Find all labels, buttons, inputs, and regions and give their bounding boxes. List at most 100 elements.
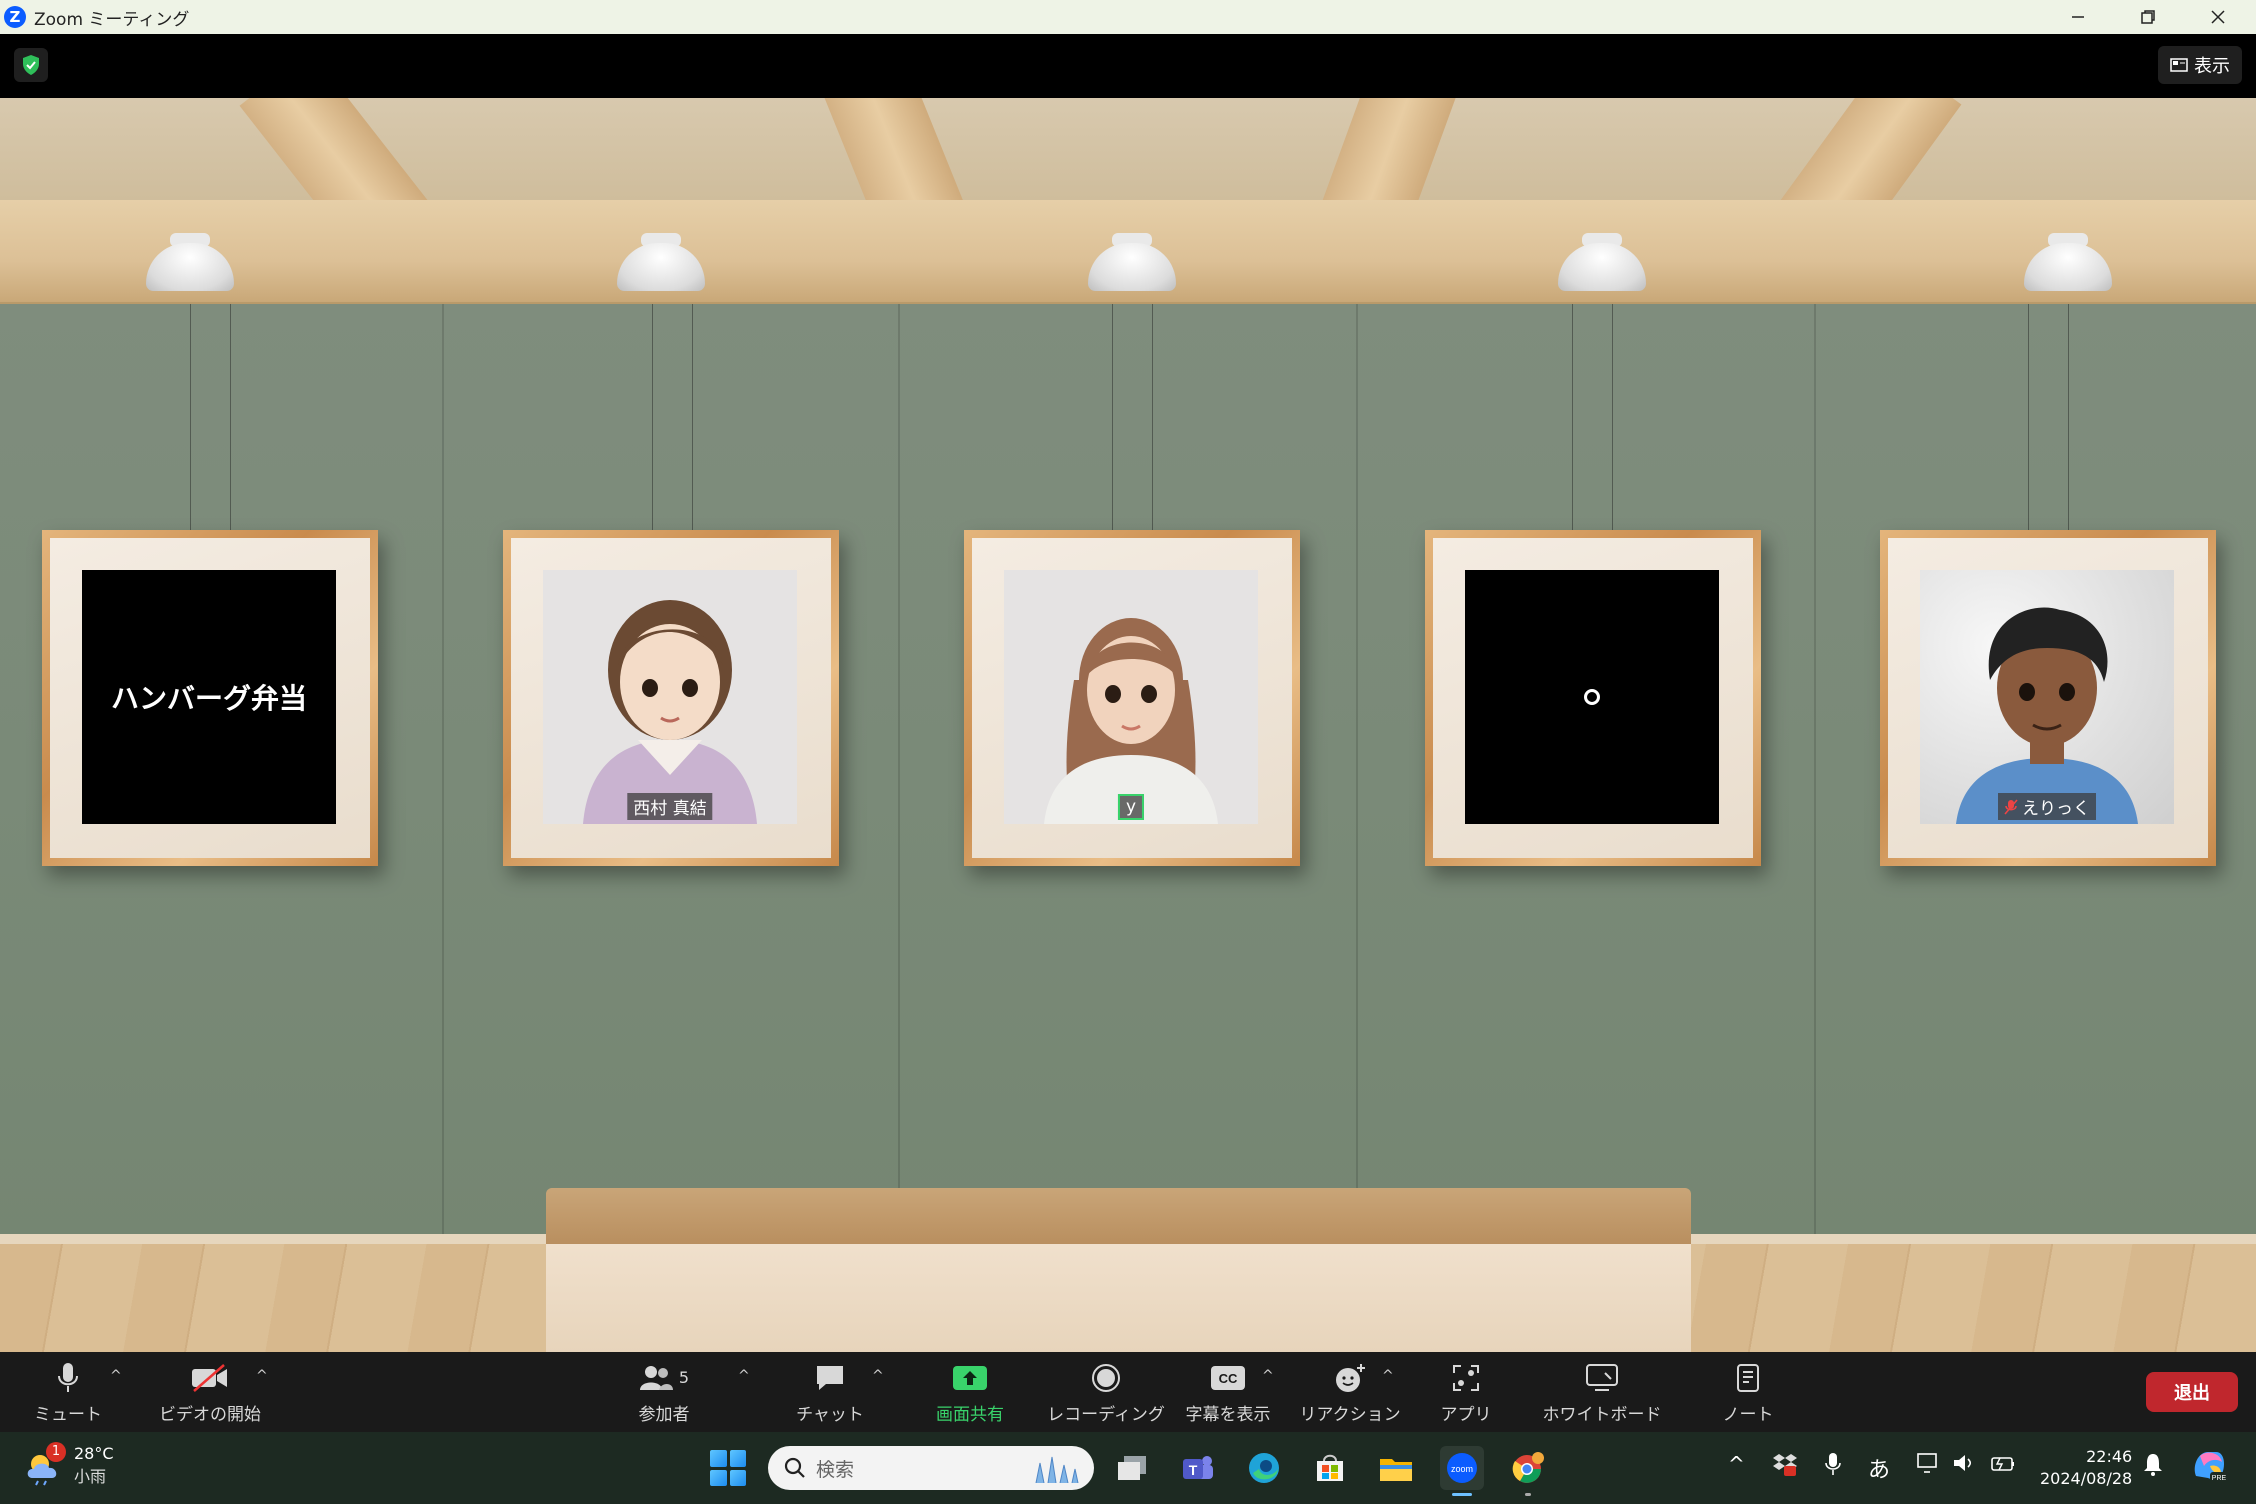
hanging-wire: [692, 304, 693, 530]
weather-widget[interactable]: 1 28°C 小雨: [24, 1441, 114, 1487]
hanging-wire: [1112, 304, 1113, 530]
captions-options-chevron-up-icon[interactable]: ^: [1262, 1368, 1274, 1384]
ceiling-lamp: [617, 233, 705, 291]
video-options-chevron-up-icon[interactable]: ^: [256, 1368, 268, 1384]
shield-check-icon: [23, 55, 39, 75]
show-captions-button[interactable]: CC 字幕を表示: [1178, 1352, 1278, 1432]
share-screen-button[interactable]: 画面共有: [922, 1352, 1018, 1432]
chat-bubble-icon: [817, 1365, 843, 1390]
whiteboard-button[interactable]: ホワイトボード: [1540, 1352, 1664, 1432]
participant-name-tag: 西村 真結: [627, 793, 713, 820]
search-placeholder: 検索: [816, 1458, 855, 1481]
bench: [546, 1188, 1691, 1244]
hanging-wire: [230, 304, 231, 530]
chat-options-chevron-up-icon[interactable]: ^: [872, 1368, 884, 1384]
participant-tile[interactable]: ハンバーグ弁当: [42, 530, 378, 866]
notification-bell-icon[interactable]: [2142, 1452, 2164, 1481]
apps-icon: [1453, 1364, 1479, 1391]
muted-microphone-icon: [2004, 798, 2018, 815]
participant-tile[interactable]: えりっく: [1880, 530, 2216, 866]
chat-label: チャット: [796, 1404, 864, 1425]
system-microphone-icon[interactable]: [1824, 1452, 1842, 1481]
ime-mode-indicator[interactable]: あ: [1868, 1452, 1890, 1484]
window-title: Zoom ミーティング: [34, 9, 190, 30]
restore-button[interactable]: [2114, 0, 2182, 34]
edge-browser-icon[interactable]: [1242, 1446, 1286, 1490]
teams-icon[interactable]: T: [1176, 1446, 1220, 1490]
running-app-indicator: [1525, 1493, 1531, 1496]
active-app-indicator: [1452, 1493, 1472, 1496]
zoom-meeting-window: Z Zoom ミーティング 表示 ハンバーグ弁当 西村 真結 y えりっく ミュ…: [0, 0, 2256, 1504]
record-button[interactable]: レコーディング: [1047, 1352, 1165, 1432]
close-button[interactable]: [2184, 0, 2252, 34]
chrome-icon[interactable]: [1506, 1446, 1550, 1496]
wall-panel-line: [442, 304, 444, 1244]
start-video-label: ビデオの開始: [159, 1404, 261, 1425]
hanging-wire: [2028, 304, 2029, 530]
view-button[interactable]: 表示: [2158, 46, 2242, 84]
hanging-wire: [2068, 304, 2069, 530]
avatar-girl-long-hair: [1044, 618, 1218, 824]
participant-name: えりっく: [2022, 799, 2090, 819]
windows-start-button[interactable]: [710, 1450, 746, 1486]
mute-label: ミュート: [34, 1404, 102, 1425]
closed-captions-icon: CC: [1211, 1365, 1245, 1390]
participants-label: 参加者: [638, 1404, 690, 1425]
bench-base: [546, 1244, 1691, 1352]
start-video-button[interactable]: ビデオの開始: [152, 1352, 268, 1432]
reactions-button[interactable]: リアクション: [1299, 1352, 1401, 1432]
battery-icon[interactable]: [1990, 1452, 2016, 1479]
record-label: レコーディング: [1047, 1404, 1165, 1425]
participant-tile[interactable]: y: [964, 530, 1300, 866]
file-explorer-icon[interactable]: [1374, 1446, 1418, 1490]
participants-button[interactable]: 5 参加者: [626, 1352, 702, 1432]
reactions-options-chevron-up-icon[interactable]: ^: [1382, 1368, 1394, 1384]
network-icon[interactable]: [1916, 1452, 1940, 1479]
hanging-wire: [1612, 304, 1613, 530]
zoom-taskbar-icon[interactable]: zoom: [1440, 1446, 1484, 1496]
notes-button[interactable]: ノート: [1710, 1352, 1786, 1432]
immersive-gallery-scene: ハンバーグ弁当 西村 真結 y えりっく: [0, 98, 2256, 1352]
hanging-wire: [1152, 304, 1153, 530]
participants-options-chevron-up-icon[interactable]: ^: [738, 1368, 750, 1384]
participant-tile[interactable]: [1425, 530, 1761, 866]
meeting-header: 表示: [0, 34, 2256, 98]
participant-video: [1465, 570, 1719, 824]
participant-name-tag: えりっく: [1998, 793, 2096, 820]
participants-count: 5: [678, 1368, 690, 1387]
task-view-icon[interactable]: [1110, 1446, 1154, 1490]
clock-date: 2024/08/28: [2040, 1469, 2133, 1488]
reaction-smiley-icon: [1336, 1363, 1365, 1392]
dropbox-icon[interactable]: [1772, 1452, 1798, 1481]
chat-button[interactable]: チャット: [792, 1352, 868, 1432]
system-clock[interactable]: 22:46 2024/08/28: [2040, 1446, 2132, 1490]
copilot-icon[interactable]: PRE: [2190, 1446, 2228, 1489]
taskbar-search-box[interactable]: 検索: [768, 1446, 1094, 1490]
frame-mat: えりっく: [1888, 538, 2208, 858]
restore-icon: [2141, 10, 2155, 24]
audio-options-chevron-up-icon[interactable]: ^: [110, 1368, 122, 1384]
reactions-label: リアクション: [1299, 1404, 1401, 1425]
microsoft-store-icon[interactable]: [1308, 1446, 1352, 1490]
speaker-volume-icon[interactable]: [1952, 1452, 1976, 1479]
ceiling-lamp: [1088, 233, 1176, 291]
participant-tile[interactable]: 西村 真結: [503, 530, 839, 866]
title-bar: Z Zoom ミーティング: [0, 0, 2256, 34]
frame-mat: ハンバーグ弁当: [50, 538, 370, 858]
show-hidden-icons-chevron-up-icon[interactable]: ^: [1728, 1452, 1745, 1476]
leave-button[interactable]: 退出: [2146, 1372, 2238, 1412]
minimize-button[interactable]: [2044, 0, 2112, 34]
apps-button[interactable]: アプリ: [1428, 1352, 1504, 1432]
close-icon: [2211, 10, 2225, 24]
svg-text:zoom: zoom: [1451, 1464, 1473, 1474]
weather-condition: 小雨: [74, 1467, 107, 1486]
participant-video: y: [1004, 570, 1258, 824]
show-captions-label: 字幕を表示: [1185, 1404, 1271, 1425]
avatar-girl-short-hair: [583, 600, 757, 824]
participant-name: y: [1125, 797, 1137, 817]
mute-button[interactable]: ミュート: [32, 1352, 104, 1432]
ceiling-lamp: [1558, 233, 1646, 291]
record-icon: [1092, 1363, 1120, 1392]
svg-text:CC: CC: [1219, 1371, 1238, 1386]
security-button[interactable]: [14, 48, 48, 82]
